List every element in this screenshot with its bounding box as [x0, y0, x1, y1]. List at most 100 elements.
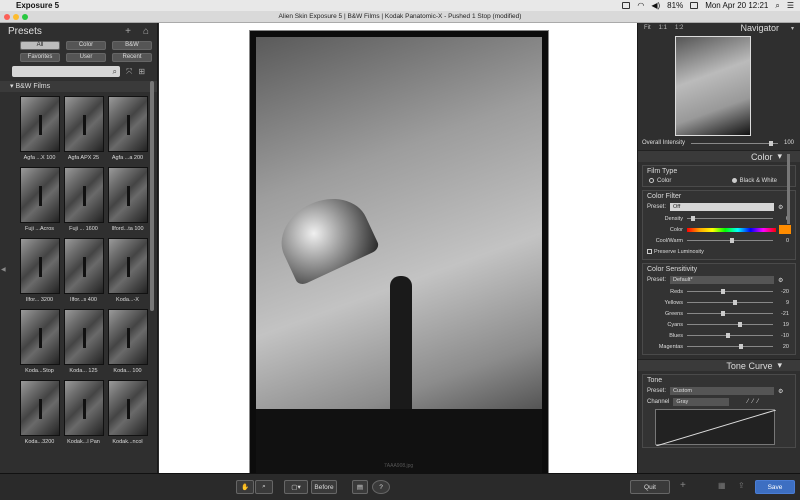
collapse-left-panel-icon[interactable]: ◀ [1, 266, 6, 273]
zoom-window-button[interactable] [22, 14, 28, 20]
blues-slider[interactable] [687, 333, 773, 339]
yellows-slider[interactable] [687, 300, 773, 306]
preset-group-header[interactable]: ▾ B&W Films [0, 81, 157, 92]
film-type-color-radio[interactable]: Color [649, 178, 671, 184]
greens-slider[interactable] [687, 311, 773, 317]
filter-bw-button[interactable]: B&W [112, 41, 152, 50]
slider-knob[interactable] [769, 140, 774, 146]
zoom-fit-button[interactable]: Fit [644, 25, 651, 31]
preset-thumb[interactable]: Agfa ...X 100 [19, 96, 60, 164]
preset-thumb[interactable]: Fuji ... 1600 [63, 167, 104, 235]
preset-thumb[interactable]: Agfa ...a 200 [107, 96, 148, 164]
close-window-button[interactable] [4, 14, 10, 20]
save-button[interactable]: Save [755, 480, 795, 494]
coolwarm-slider[interactable] [687, 238, 773, 244]
image-canvas[interactable]: ◀ 7AAA908.jpg [1, 23, 637, 486]
tone-curve-graph[interactable] [655, 409, 777, 447]
color-sensitivity-preset-select[interactable]: Default* [670, 276, 775, 285]
yellows-value[interactable]: 9 [773, 300, 791, 306]
slider-knob[interactable] [738, 344, 743, 350]
cyans-slider[interactable] [687, 322, 773, 328]
battery-icon[interactable] [690, 2, 699, 9]
filter-all-button[interactable]: All [20, 41, 60, 50]
density-slider[interactable] [687, 216, 773, 222]
battery-percent[interactable]: 81% [667, 1, 683, 10]
presets-scrollbar[interactable] [150, 81, 154, 311]
overall-intensity-slider[interactable] [691, 140, 778, 146]
zoom-1-1-button[interactable]: 1:1 [659, 25, 667, 31]
preset-thumb[interactable]: Koda...Stop [19, 309, 60, 377]
grid-icon[interactable]: ▦ [718, 481, 726, 490]
preset-thumb[interactable]: Koda...-X [107, 238, 148, 306]
eyedropper-black-icon[interactable]: ⁄ [747, 399, 748, 405]
search-icon[interactable]: ⌕ [775, 1, 779, 11]
filter-recent-button[interactable]: Recent [112, 53, 152, 62]
preset-thumb[interactable]: Koda... 100 [107, 309, 148, 377]
reds-slider[interactable] [687, 289, 773, 295]
color-spectrum-slider[interactable] [687, 227, 776, 232]
magentas-slider[interactable] [687, 344, 773, 350]
zoom-1-2-button[interactable]: 1:2 [675, 25, 683, 31]
eyedropper-white-icon[interactable]: ⁄ [757, 399, 758, 405]
slider-knob[interactable] [725, 333, 730, 339]
preserve-luminosity-checkbox[interactable] [647, 249, 652, 255]
preset-thumb[interactable]: Ilfor... 3200 [19, 238, 60, 306]
slider-knob[interactable] [691, 216, 696, 222]
coolwarm-value[interactable]: 0 [773, 238, 791, 244]
display-icon[interactable] [622, 2, 631, 9]
volume-icon[interactable]: ◀) [651, 1, 660, 10]
quit-button[interactable]: Quit [630, 480, 670, 494]
app-menu[interactable]: Exposure 5 [16, 1, 59, 10]
add-preset-icon[interactable]: + [125, 26, 131, 37]
grid-view-icon[interactable]: ⊞ [138, 67, 145, 76]
photo-preview[interactable] [249, 30, 549, 486]
slider-knob[interactable] [733, 300, 738, 306]
gear-icon[interactable]: ⚙ [778, 204, 783, 211]
reds-value[interactable]: -20 [773, 289, 791, 295]
slider-knob[interactable] [730, 238, 734, 244]
film-type-bw-radio[interactable]: Black & White [731, 178, 777, 184]
control-center-icon[interactable]: ☰ [787, 1, 794, 10]
preset-thumb[interactable]: Kodak...l Pan [63, 380, 104, 448]
slider-knob[interactable] [737, 322, 742, 328]
gear-icon[interactable]: ⚙ [778, 388, 783, 395]
overall-intensity-value[interactable]: 100 [784, 140, 794, 146]
preset-thumb[interactable]: Kodak...ncol [107, 380, 148, 448]
filter-color-button[interactable]: Color [66, 41, 106, 50]
before-button[interactable]: Before [311, 480, 337, 494]
color-filter-preset-select[interactable]: Off [670, 203, 775, 212]
preset-thumb[interactable]: Ilfor...s 400 [63, 238, 104, 306]
hand-tool-button[interactable]: ✋ [236, 480, 254, 494]
adjustments-scrollbar[interactable] [787, 154, 790, 224]
minimize-window-button[interactable] [13, 14, 19, 20]
channel-select[interactable]: Gray [673, 398, 730, 407]
preset-thumb[interactable]: Fuji ...Acros [19, 167, 60, 235]
filter-user-button[interactable]: User [66, 53, 106, 62]
compare-view-button[interactable]: ▢▾ [284, 480, 308, 494]
tone-preset-select[interactable]: Custom [670, 387, 775, 396]
tone-curve-section-header[interactable]: Tone Curve ▾ [638, 359, 800, 372]
color-swatch[interactable] [779, 225, 791, 235]
preset-thumb[interactable]: Koda... 125 [63, 309, 104, 377]
preserve-luminosity-row[interactable]: Preserve Luminosity [647, 246, 791, 257]
zoom-tool-button[interactable]: ⌕ [255, 480, 273, 494]
greens-value[interactable]: -21 [773, 311, 791, 317]
preset-search-input[interactable]: ⌕ [12, 66, 120, 77]
chevron-down-icon[interactable]: ▾ [791, 25, 794, 32]
blues-value[interactable]: -10 [773, 333, 791, 339]
export-icon[interactable]: ⇪ [738, 481, 745, 490]
preset-thumb[interactable]: Agfa APX 25 [63, 96, 104, 164]
image-info-icon[interactable]: ▤ [352, 480, 368, 494]
navigator-title[interactable]: Navigator [740, 23, 779, 33]
slider-knob[interactable] [721, 289, 726, 295]
preset-thumb[interactable]: Koda...3200 [19, 380, 60, 448]
magentas-value[interactable]: 20 [773, 344, 791, 350]
clock[interactable]: Mon Apr 20 12:21 [705, 1, 768, 10]
gear-icon[interactable]: ⚙ [778, 277, 783, 284]
collapse-icon[interactable]: ⤧ [126, 67, 132, 77]
preset-options-icon[interactable]: ⌂ [143, 26, 149, 37]
slider-knob[interactable] [720, 311, 725, 317]
preset-thumb[interactable]: Ilford...ta 100 [107, 167, 148, 235]
add-icon[interactable]: + [680, 480, 686, 491]
cyans-value[interactable]: 19 [773, 322, 791, 328]
